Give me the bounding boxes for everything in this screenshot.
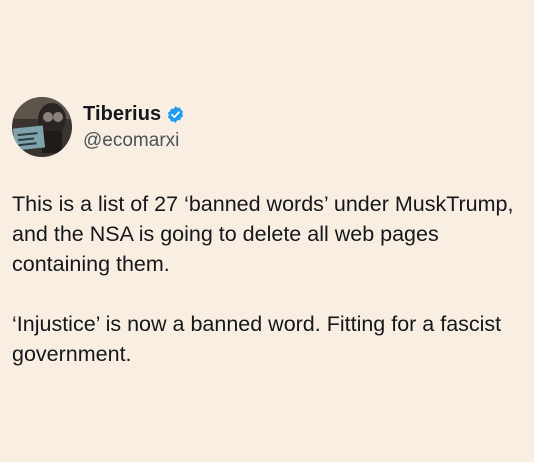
author-row: Tiberius @ecomarxi xyxy=(12,96,185,158)
verified-badge-icon xyxy=(166,105,185,124)
tweet-paragraph: ‘Injustice’ is now a banned word. Fittin… xyxy=(12,312,502,366)
handle[interactable]: @ecomarxi xyxy=(83,130,185,152)
display-name[interactable]: Tiberius xyxy=(83,103,161,126)
author-meta: Tiberius @ecomarxi xyxy=(83,102,185,152)
avatar-image xyxy=(12,97,72,157)
name-line: Tiberius xyxy=(83,102,185,126)
tweet-body: This is a list of 27 ‘banned words’ unde… xyxy=(12,189,524,369)
tweet-card: Tiberius @ecomarxi This is a list of 27 … xyxy=(0,0,534,462)
tweet-paragraph: This is a list of 27 ‘banned words’ unde… xyxy=(12,192,514,276)
avatar[interactable] xyxy=(12,97,72,157)
